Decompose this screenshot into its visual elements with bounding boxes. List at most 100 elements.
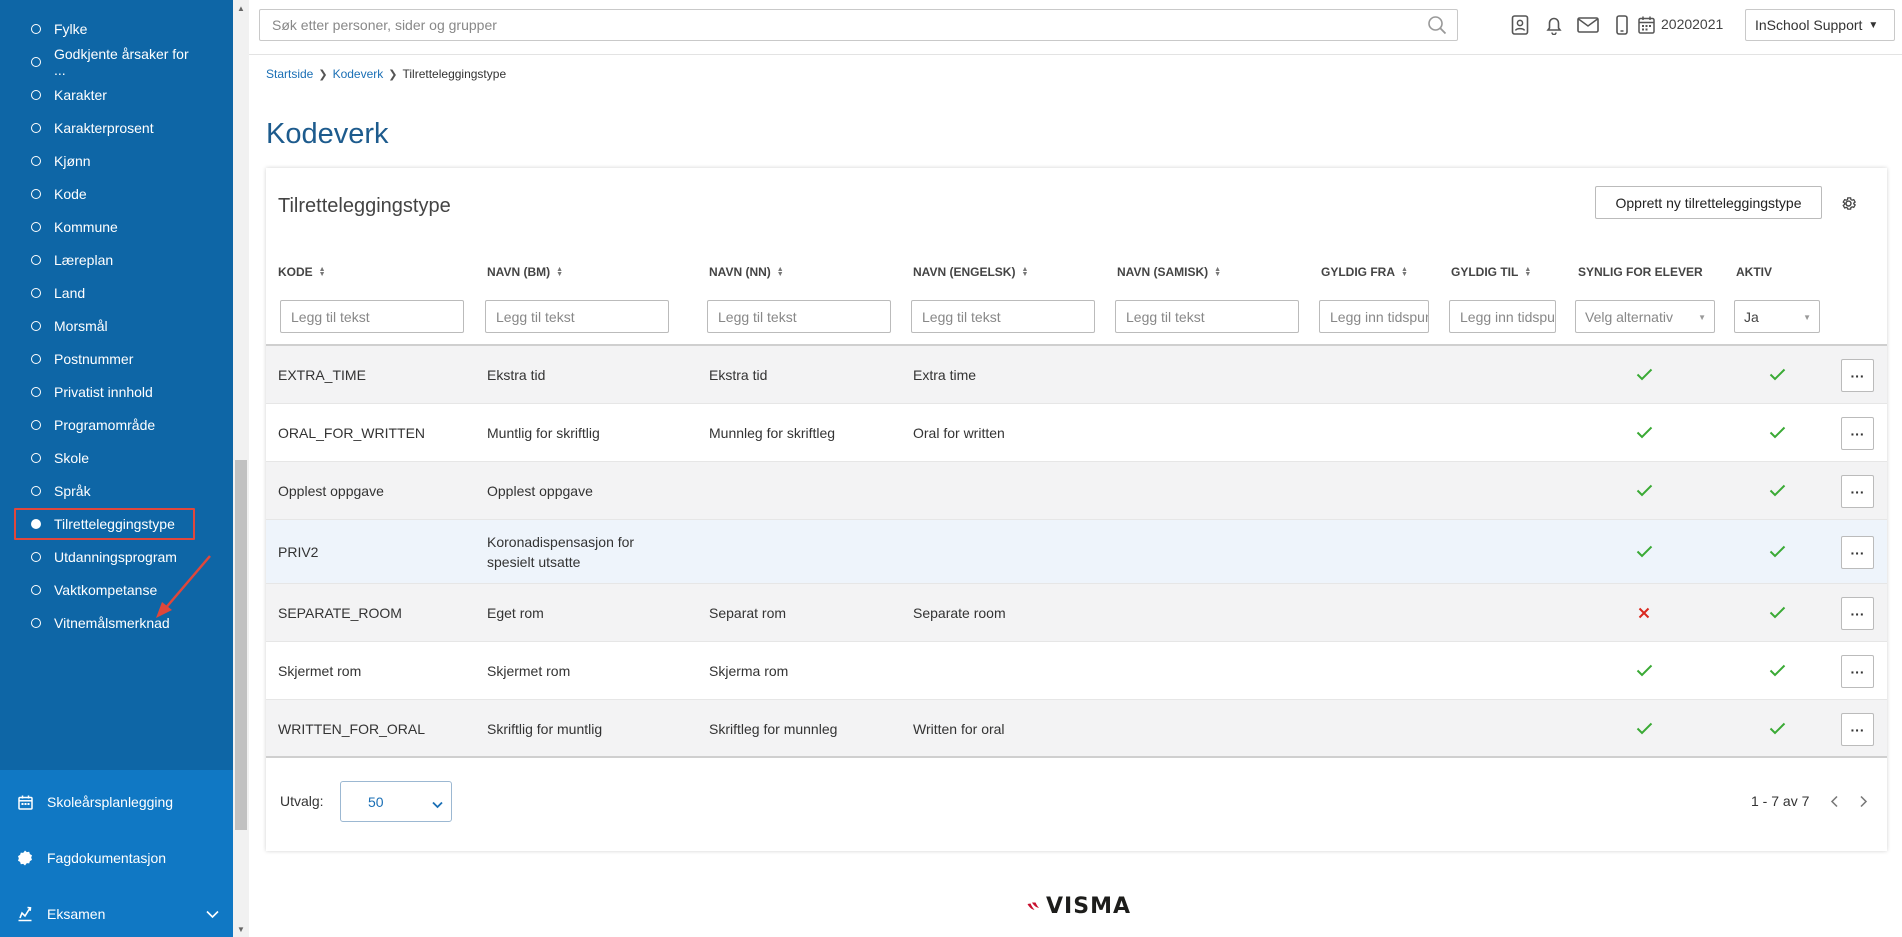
user-menu-button[interactable]: InSchool Support ▼ [1745, 9, 1895, 41]
filter-gyldig-til-input[interactable] [1449, 300, 1556, 333]
chevron-down-icon[interactable] [206, 906, 219, 922]
sidebar-item-land[interactable]: Land [14, 279, 195, 307]
sidebar-item-godkjente-arsaker-for[interactable]: Godkjente årsaker for ... [14, 46, 195, 78]
row-actions-button[interactable]: ··· [1841, 536, 1874, 569]
cell-kode: Opplest oppgave [278, 482, 384, 499]
kodeverk-card: Tilretteleggingstype Opprett ny tilrette… [266, 168, 1887, 851]
sidebar-submenu: Fylke Godkjente årsaker for ... Karakter Ka… [0, 0, 233, 770]
contacts-icon[interactable] [1509, 14, 1531, 36]
check-icon [1765, 346, 1789, 403]
sidebar-item-vaktkompetanse[interactable]: Vaktkompetanse [14, 576, 195, 604]
column-header-gyldig-til[interactable]: GYLDIG TIL ▲ ▼ [1451, 265, 1531, 279]
sidebar-item-laereplan[interactable]: Læreplan [14, 246, 195, 274]
calendar-icon[interactable] [1636, 14, 1656, 36]
table-row[interactable]: ORAL_FOR_WRITTEN Muntlig for skriftlig Mun… [266, 404, 1887, 462]
scroll-up-arrow-icon[interactable]: ▲ [233, 0, 249, 16]
phone-icon[interactable] [1611, 14, 1633, 36]
filter-navn-nn-input[interactable] [707, 300, 891, 333]
scroll-thumb[interactable] [235, 460, 247, 830]
sidebar-item-kjonn[interactable]: Kjønn [14, 147, 195, 175]
sidebar-menu-label: Skoleårsplanlegging [47, 794, 174, 810]
sidebar-scrollbar[interactable]: ▲ ▼ [233, 0, 249, 937]
sidebar-item-kode[interactable]: Kode [14, 180, 195, 208]
sidebar-item-privatist-innhold[interactable]: Privatist innhold [14, 378, 195, 406]
search-input[interactable] [260, 11, 1423, 39]
sort-icon[interactable]: ▲ ▼ [319, 266, 326, 278]
bell-icon[interactable] [1543, 14, 1565, 36]
filter-navn-samisk-input[interactable] [1115, 300, 1299, 333]
sidebar-item-fylke[interactable]: Fylke [14, 15, 195, 43]
column-header-navn-nn[interactable]: NAVN (NN) ▲ ▼ [709, 265, 784, 279]
sidebar-item-kommune[interactable]: Kommune [14, 213, 195, 241]
next-page-icon[interactable] [1854, 792, 1872, 810]
gear-icon[interactable] [1838, 193, 1858, 213]
column-header-navn-samisk[interactable]: NAVN (SAMISK) ▲ ▼ [1117, 265, 1221, 279]
breadcrumb-kodeverk[interactable]: Kodeverk [333, 67, 384, 81]
sidebar-item-tilretteleggingstype[interactable]: Tilretteleggingstype [14, 508, 195, 540]
sidebar-item-utdanningsprogram[interactable]: Utdanningsprogram [14, 543, 195, 571]
filter-synlig-select[interactable]: Velg alternativ ▼ [1575, 300, 1715, 333]
sidebar-menu-eksamen[interactable]: Eksamen [0, 894, 233, 934]
filter-aktiv-select[interactable]: Ja ▼ [1734, 300, 1820, 333]
row-actions-button[interactable]: ··· [1841, 475, 1874, 508]
cell-en: Oral for written [913, 424, 1005, 441]
row-actions-button[interactable]: ··· [1841, 713, 1874, 746]
column-header-navn-bm[interactable]: NAVN (BM) ▲ ▼ [487, 265, 563, 279]
sort-icon[interactable]: ▲ ▼ [1021, 266, 1028, 278]
sidebar: Fylke Godkjente årsaker for ... Karakter Ka… [0, 0, 233, 937]
filter-kode-input[interactable] [280, 300, 464, 333]
badge-icon [17, 850, 33, 866]
check-icon [1765, 700, 1789, 757]
table-row[interactable]: PRIV2 Koronadispensasjon for spesielt uts… [266, 520, 1887, 584]
sidebar-item-sprak[interactable]: Språk [14, 477, 195, 505]
breadcrumb-startside[interactable]: Startside [266, 67, 313, 81]
school-year[interactable]: 20202021 [1661, 16, 1723, 32]
bullet-icon [31, 24, 41, 34]
filter-navn-bm-input[interactable] [485, 300, 669, 333]
sort-icon[interactable]: ▲ ▼ [556, 266, 563, 278]
column-header-gyldig-fra[interactable]: GYLDIG FRA ▲ ▼ [1321, 265, 1408, 279]
create-new-button[interactable]: Opprett ny tilretteleggingstype [1595, 186, 1822, 219]
table-row[interactable]: EXTRA_TIME Ekstra tid Ekstra tid Extra time… [266, 346, 1887, 404]
cell-kode: ORAL_FOR_WRITTEN [278, 424, 426, 441]
visma-logo-icon [1027, 902, 1040, 911]
sidebar-menu-skolearsplanlegging[interactable]: Skoleårsplanlegging [0, 782, 233, 822]
sidebar-item-vitnemalsmerknad[interactable]: Vitnemålsmerknad [14, 609, 195, 637]
bullet-icon [31, 552, 41, 562]
sidebar-item-skole[interactable]: Skole [14, 444, 195, 472]
row-actions-button[interactable]: ··· [1841, 417, 1874, 450]
sidebar-item-programomrade[interactable]: Programområde [14, 411, 195, 439]
more-icon: ··· [1850, 605, 1865, 622]
row-actions-button[interactable]: ··· [1841, 597, 1874, 630]
filter-gyldig-fra-input[interactable] [1319, 300, 1429, 333]
prev-page-icon[interactable] [1825, 792, 1843, 810]
search-icon[interactable] [1423, 11, 1451, 39]
sidebar-item-postnummer[interactable]: Postnummer [14, 345, 195, 373]
page-size-select[interactable]: 50 [340, 781, 452, 822]
sort-icon[interactable]: ▲ ▼ [1524, 266, 1531, 278]
table-row[interactable]: Skjermet rom Skjermet rom Skjerma rom ··· [266, 642, 1887, 700]
mail-icon[interactable] [1577, 14, 1599, 36]
bullet-icon [31, 189, 41, 199]
cell-kode: WRITTEN_FOR_ORAL [278, 720, 426, 737]
table-row[interactable]: Opplest oppgave Opplest oppgave ··· [266, 462, 1887, 520]
check-icon [1765, 404, 1789, 461]
sidebar-item-morsmal[interactable]: Morsmål [14, 312, 195, 340]
column-header-navn-engelsk[interactable]: NAVN (ENGELSK) ▲ ▼ [913, 265, 1028, 279]
column-header-kode[interactable]: KODE ▲ ▼ [278, 265, 326, 279]
bullet-icon [31, 354, 41, 364]
sidebar-item-karakterprosent[interactable]: Karakterprosent [14, 114, 195, 142]
table-row[interactable]: SEPARATE_ROOM Eget rom Separat rom Separate… [266, 584, 1887, 642]
filter-navn-engelsk-input[interactable] [911, 300, 1095, 333]
sort-icon[interactable]: ▲ ▼ [1214, 266, 1221, 278]
sidebar-item-label: Land [54, 285, 86, 301]
sort-icon[interactable]: ▲ ▼ [1401, 266, 1408, 278]
sidebar-menu-fagdokumentasjon[interactable]: Fagdokumentasjon [0, 838, 233, 878]
sidebar-item-label: Programområde [54, 417, 156, 433]
sort-icon[interactable]: ▲ ▼ [777, 266, 784, 278]
table-row[interactable]: WRITTEN_FOR_ORAL Skriftlig for muntlig Skr… [266, 700, 1887, 758]
row-actions-button[interactable]: ··· [1841, 359, 1874, 392]
sidebar-item-karakter[interactable]: Karakter [14, 81, 195, 109]
scroll-down-arrow-icon[interactable]: ▼ [233, 921, 249, 937]
row-actions-button[interactable]: ··· [1841, 655, 1874, 688]
